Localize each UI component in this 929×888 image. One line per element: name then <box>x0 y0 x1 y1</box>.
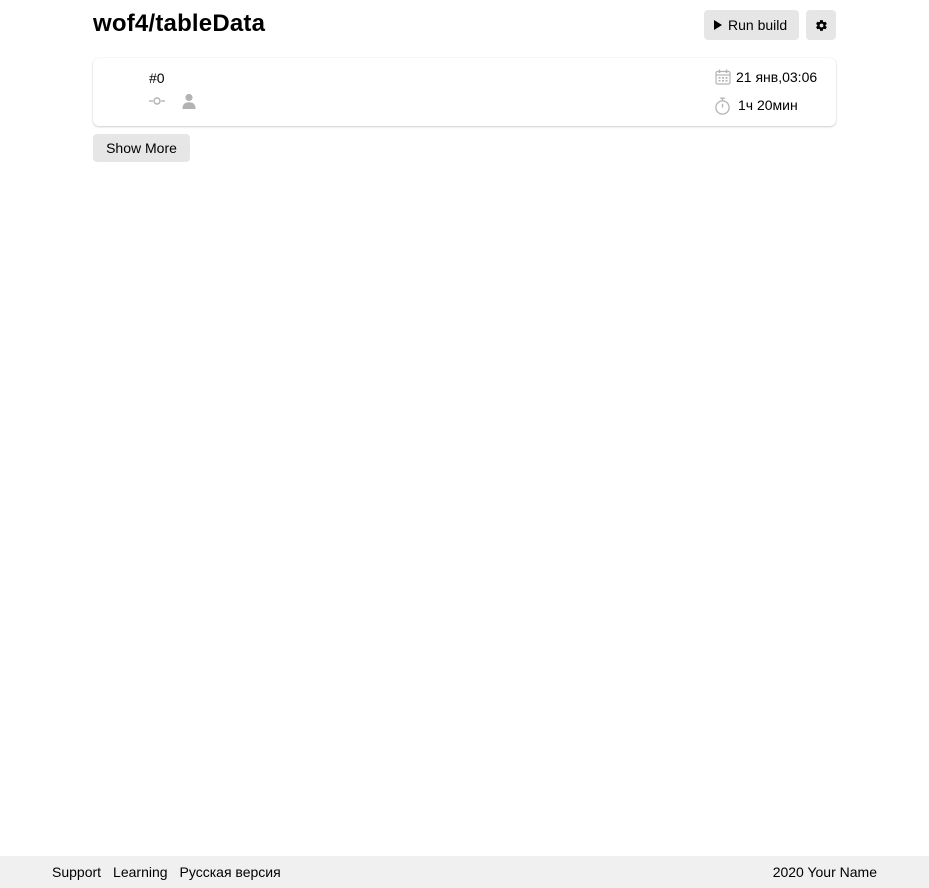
run-build-button[interactable]: Run build <box>704 10 799 40</box>
footer-links: Support Learning Русская версия <box>52 856 293 888</box>
gear-icon <box>815 19 827 31</box>
play-icon <box>714 20 722 30</box>
build-date: 21 янв,03:06 <box>736 69 818 85</box>
build-duration: 1ч 20мин <box>738 97 798 113</box>
show-more-button[interactable]: Show More <box>93 134 190 162</box>
footer-link-russian-version[interactable]: Русская версия <box>180 864 281 880</box>
footer-link-learning[interactable]: Learning <box>113 864 168 880</box>
calendar-icon <box>715 69 731 85</box>
commit-icon <box>149 97 165 105</box>
page-title: wof4/tableData <box>93 10 266 37</box>
run-build-label: Run build <box>728 17 788 33</box>
footer-link-support[interactable]: Support <box>52 864 101 880</box>
build-card[interactable]: #0 21 янв,03:06 1ч 20мин <box>93 58 836 126</box>
page-header: wof4/tableData Run build <box>93 8 836 42</box>
stopwatch-icon <box>715 97 730 115</box>
copyright: 2020 Your Name <box>772 864 877 880</box>
settings-button[interactable] <box>806 10 836 40</box>
user-icon <box>182 93 196 109</box>
build-number: #0 <box>149 70 165 86</box>
footer: Support Learning Русская версия 2020 You… <box>0 856 929 888</box>
